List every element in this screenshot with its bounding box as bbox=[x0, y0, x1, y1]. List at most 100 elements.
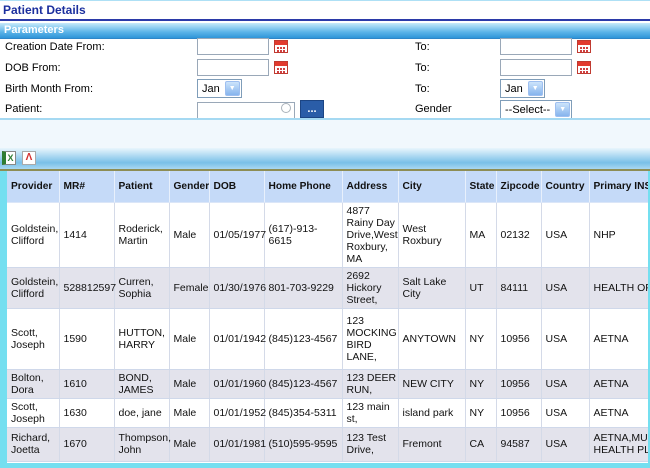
table-cell: NY bbox=[465, 369, 497, 399]
export-toolbar: X Λ bbox=[0, 148, 650, 171]
table-body: Goldstein, Clifford 1414 Roderick, Martin M… bbox=[7, 202, 648, 462]
dob-to-input[interactable] bbox=[500, 59, 572, 76]
export-excel-icon[interactable]: X bbox=[2, 150, 16, 165]
table-row[interactable]: Richard, Joetta 1670 Thompson, John Male 01/… bbox=[7, 427, 648, 462]
table-row[interactable]: Goldstein, Clifford 528812597 Curren, Soph… bbox=[7, 267, 648, 309]
table-cell: Bolton, Dora bbox=[7, 369, 60, 399]
patient-label: Patient: bbox=[5, 103, 43, 115]
table-cell: AETNA bbox=[589, 308, 648, 370]
table-cell: Salt Lake City bbox=[398, 267, 466, 309]
chevron-down-icon: ▼ bbox=[224, 81, 240, 96]
table-cell: (845)123-4567 bbox=[264, 308, 343, 370]
calendar-icon[interactable] bbox=[577, 61, 591, 74]
birth-month-to-select[interactable]: Jan ▼ bbox=[500, 79, 545, 98]
column-header: City bbox=[398, 171, 466, 203]
table-cell: USA bbox=[541, 427, 590, 462]
column-header: Gender bbox=[169, 171, 210, 203]
table-row[interactable]: Scott, Joseph 1590 HUTTON, HARRY Male 01/01/… bbox=[7, 308, 648, 370]
table-cell: NY bbox=[465, 308, 497, 370]
table-cell: Richard, Joetta bbox=[7, 427, 60, 462]
table-cell: Male bbox=[169, 427, 210, 462]
column-header: Country bbox=[541, 171, 590, 203]
table-cell: 123 Test Drive, bbox=[342, 427, 399, 462]
table-cell: USA bbox=[541, 398, 590, 428]
frame-bottom-edge bbox=[0, 463, 650, 468]
table-cell: 01/01/1981 bbox=[209, 427, 266, 462]
export-pdf-icon[interactable]: Λ bbox=[22, 150, 36, 165]
table-cell: USA bbox=[541, 267, 590, 309]
table-cell: 123 DEER RUN, bbox=[342, 369, 399, 399]
table-cell: ANYTOWN bbox=[398, 308, 466, 370]
table-cell: 10956 bbox=[496, 369, 542, 399]
table-cell: 1590 bbox=[59, 308, 115, 370]
chevron-down-icon: ▼ bbox=[555, 102, 571, 117]
chevron-down-icon: ▼ bbox=[527, 81, 543, 96]
table-cell: AETNA,MULTIPLAN HEALTH PLAN bbox=[589, 427, 648, 462]
table-cell: USA bbox=[541, 202, 590, 268]
birth-month-to-value: Jan bbox=[505, 82, 523, 95]
table-row[interactable]: Bolton, Dora 1610 BOND, JAMES Male 01/01/196… bbox=[7, 369, 648, 399]
table-cell: 1630 bbox=[59, 398, 115, 428]
table-cell: (510)595-9595 bbox=[264, 427, 343, 462]
table-cell: 01/01/1942 bbox=[209, 308, 266, 370]
calendar-icon[interactable] bbox=[274, 61, 288, 74]
table-cell: Male bbox=[169, 398, 210, 428]
section-spacer bbox=[0, 120, 650, 148]
page-title: Patient Details bbox=[3, 3, 86, 17]
creation-date-from-input[interactable] bbox=[197, 38, 269, 55]
table-row[interactable]: Goldstein, Clifford 1414 Roderick, Martin M… bbox=[7, 202, 648, 268]
creation-date-to-label: To: bbox=[415, 41, 430, 53]
calendar-icon[interactable] bbox=[274, 40, 288, 53]
calendar-icon[interactable] bbox=[577, 40, 591, 53]
table-cell: 1670 bbox=[59, 427, 115, 462]
table-cell: 02132 bbox=[496, 202, 542, 268]
creation-date-from-label: Creation Date From: bbox=[5, 41, 105, 53]
table-row[interactable]: Scott, Joseph 1630 doe, jane Male 01/01/1952… bbox=[7, 398, 648, 428]
table-cell: Goldstein, Clifford bbox=[7, 202, 60, 268]
table-cell: Thompson, John bbox=[114, 427, 171, 462]
table-cell: AETNA bbox=[589, 369, 648, 399]
table-cell: Curren, Sophia bbox=[114, 267, 170, 309]
column-header: Zipcode bbox=[496, 171, 542, 203]
dob-from-input[interactable] bbox=[197, 59, 269, 76]
table-cell: 01/05/1977 bbox=[209, 202, 266, 268]
table-cell: Scott, Joseph bbox=[7, 398, 60, 428]
birth-month-from-select[interactable]: Jan ▼ bbox=[197, 79, 242, 98]
table-cell: 01/30/1976 bbox=[209, 267, 266, 309]
patient-input[interactable] bbox=[197, 101, 295, 119]
column-header: Patient bbox=[114, 171, 170, 203]
birth-month-to-label: To: bbox=[415, 83, 430, 95]
table-cell: 4877 Rainy Day Drive,West Roxbury, MA bbox=[342, 202, 399, 268]
table-cell: Male bbox=[169, 308, 210, 370]
table-cell: 84111 bbox=[496, 267, 542, 309]
table-cell: NHP bbox=[589, 202, 648, 268]
table-cell: USA bbox=[541, 369, 590, 399]
table-cell: 801-703-9229 bbox=[264, 267, 343, 309]
patient-details-page: Patient Details Parameters Creation Date… bbox=[0, 0, 650, 468]
table-cell: Male bbox=[169, 369, 210, 399]
gender-value: --Select-- bbox=[505, 103, 551, 116]
column-header: Provider bbox=[7, 171, 60, 203]
gender-label: Gender bbox=[415, 103, 452, 115]
table-header-row: Provider MR# Patient Gender DOB Home Phone Add… bbox=[7, 171, 648, 203]
table-cell: 123 MOCKING BIRD LANE, bbox=[342, 308, 399, 370]
patient-results-table: Provider MR# Patient Gender DOB Home Phone Add… bbox=[7, 171, 648, 462]
column-header: DOB bbox=[209, 171, 265, 203]
table-cell: Male bbox=[169, 202, 210, 268]
lookup-indicator-icon bbox=[281, 103, 291, 113]
table-cell: UT bbox=[465, 267, 497, 309]
gender-select[interactable]: --Select-- ▼ bbox=[500, 100, 573, 119]
table-cell: 01/01/1952 bbox=[209, 398, 266, 428]
creation-date-to-input[interactable] bbox=[500, 38, 572, 55]
table-cell: BOND, JAMES bbox=[114, 369, 170, 399]
table-cell: West Roxbury bbox=[398, 202, 466, 268]
table-cell: HUTTON, HARRY bbox=[114, 308, 170, 370]
table-cell: 2692 Hickory Street, bbox=[342, 267, 399, 309]
table-cell: NY bbox=[465, 398, 497, 428]
table-cell: CA bbox=[465, 427, 497, 462]
birth-month-from-label: Birth Month From: bbox=[5, 83, 94, 95]
birth-month-from-value: Jan bbox=[202, 82, 220, 95]
patient-browse-button[interactable]: ... bbox=[300, 100, 324, 119]
title-divider bbox=[0, 19, 650, 21]
table-cell: 94587 bbox=[496, 427, 542, 462]
